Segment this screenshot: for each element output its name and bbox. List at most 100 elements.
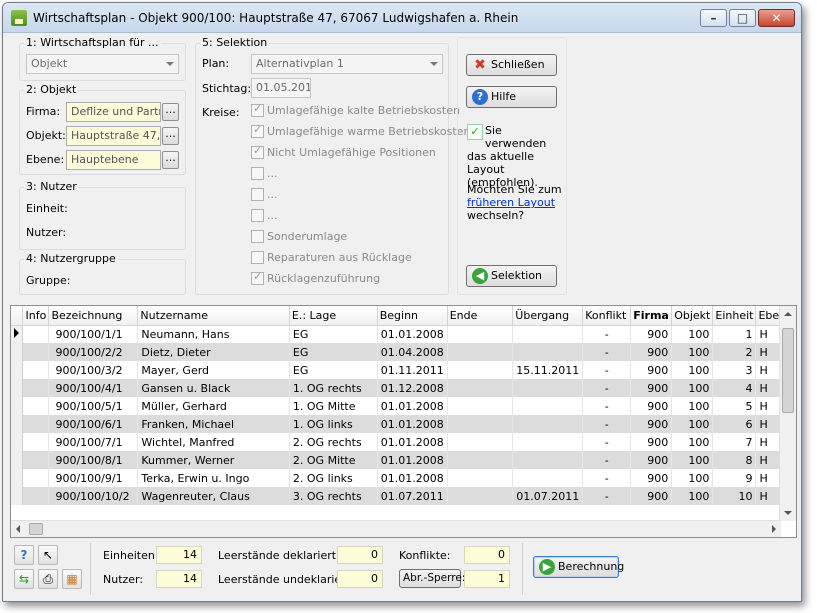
scroll-down-icon[interactable] <box>784 511 792 515</box>
table-cell: EG <box>289 343 378 361</box>
bottom-divider-2 <box>522 543 523 595</box>
nutzer-table[interactable]: Info Bezeichnung Nutzername E.: Lage Beg… <box>10 305 797 538</box>
table-row[interactable]: 900/100/6/1 Franken, Michael 1. OG links 01… <box>11 415 796 433</box>
kreis-checkbox-7[interactable]: Sonderumlage <box>251 229 347 246</box>
table-cell: - <box>582 361 632 379</box>
column-header[interactable]: Einheit <box>712 306 757 326</box>
column-header[interactable]: E.: Lage <box>289 306 378 326</box>
group-selektion-title: 5: Selektion <box>200 36 270 49</box>
horizontal-scrollbar[interactable] <box>11 520 781 537</box>
help-tool-button[interactable]: ? <box>14 545 34 565</box>
table-cell: 900/100/9/1 <box>48 469 139 487</box>
hscroll-thumb[interactable] <box>29 523 43 535</box>
firma-browse-button[interactable]: ... <box>162 103 179 121</box>
stichtag-field[interactable]: 01.05.2012 <box>251 78 311 98</box>
objekt-field[interactable]: Hauptstraße 47, 67 <box>66 126 161 146</box>
einheit-label: Einheit: <box>26 202 68 215</box>
table-cell: 2. OG rechts <box>289 433 378 451</box>
row-indicator[interactable] <box>11 433 24 451</box>
table-row[interactable]: 900/100/4/1 Gansen u. Black 1. OG rechts 01… <box>11 379 796 397</box>
firma-field[interactable]: Deflize und Partne <box>66 102 161 122</box>
table-cell: 900 <box>630 487 673 505</box>
ebene-browse-button[interactable]: ... <box>162 151 179 169</box>
scroll-thumb[interactable] <box>782 328 794 413</box>
row-indicator[interactable] <box>11 397 24 415</box>
minimize-button[interactable]: – <box>700 9 727 27</box>
table-row[interactable]: 900/100/10/2 Wagenreuter, Claus 3. OG rech… <box>11 487 796 505</box>
row-indicator[interactable] <box>11 415 24 433</box>
kreis-checkbox-4[interactable]: ... <box>251 166 278 183</box>
row-indicator[interactable] <box>11 379 24 397</box>
maximize-button[interactable]: □ <box>729 9 756 27</box>
scroll-right-icon[interactable] <box>772 525 776 533</box>
row-indicator[interactable] <box>11 469 24 487</box>
scroll-up-icon[interactable] <box>784 312 792 316</box>
column-header[interactable]: Konflikt <box>582 306 632 326</box>
row-indicator[interactable] <box>11 361 24 379</box>
kreis-checkbox-6[interactable]: ... <box>251 208 278 225</box>
table-row[interactable]: 900/100/3/2 Mayer, Gerd EG 01.11.2011 15.11.… <box>11 361 796 379</box>
table-row[interactable]: 900/100/5/1 Müller, Gerhard 1. OG Mitte 01.… <box>11 397 796 415</box>
export-tool-button[interactable]: ▦ <box>62 569 82 589</box>
column-header[interactable]: Ende <box>447 306 514 326</box>
table-row[interactable]: 900/100/9/1 Terka, Erwin u. Ingo 2. OG lin… <box>11 469 796 487</box>
berechnung-button[interactable]: ▶ Berechnung <box>533 556 624 578</box>
table-row[interactable]: 900/100/1/1 Neumann, Hans EG 01.01.2008 -900… <box>11 325 796 343</box>
column-header[interactable]: Bezeichnung <box>48 306 139 326</box>
row-indicator[interactable] <box>11 343 24 361</box>
kreis-checkbox-5[interactable]: ... <box>251 187 278 204</box>
table-cell: 100 <box>671 379 714 397</box>
column-header[interactable]: Objekt <box>671 306 714 326</box>
close-window-button[interactable]: ✕ <box>758 9 795 27</box>
table-cell: Terka, Erwin u. Ingo <box>137 469 290 487</box>
objekt-browse-button[interactable]: ... <box>162 127 179 145</box>
kreis-checkbox-3[interactable]: Nicht Umlagefähige Positionen <box>251 144 436 162</box>
bottom-divider <box>90 543 91 595</box>
column-header[interactable]: Nutzername <box>137 306 290 326</box>
table-cell: 100 <box>671 397 714 415</box>
table-cell: 100 <box>671 361 714 379</box>
column-header-sorted[interactable]: Firma <box>630 306 673 326</box>
print-tool-button[interactable]: ⎙ <box>38 569 58 589</box>
table-cell: 900/100/7/1 <box>48 433 139 451</box>
current-row-icon <box>14 327 19 338</box>
help-button[interactable]: ? Hilfe <box>466 86 557 108</box>
wirtschaftsplan-select[interactable]: Objekt <box>26 54 179 74</box>
pointer-tool-button[interactable]: ↖ <box>38 545 58 565</box>
minimize-icon: – <box>710 11 717 25</box>
table-cell <box>22 379 50 397</box>
kreis-checkbox-2[interactable]: Umlagefähige warme Betriebskosten <box>251 123 470 141</box>
prev-layout-link[interactable]: früheren Layout <box>467 196 565 209</box>
abr-sperre-button[interactable]: Abr.-Sperre: <box>399 569 465 588</box>
column-header[interactable]: Beginn <box>377 306 448 326</box>
column-header[interactable]: Übergang <box>512 306 584 326</box>
kreis-checkbox-1[interactable]: Umlagefähige kalte Betriebskosten <box>251 102 460 120</box>
table-cell: 1. OG Mitte <box>289 397 378 415</box>
ebene-field[interactable]: Hauptebene <box>66 150 161 170</box>
checkbox-icon <box>251 144 264 159</box>
plan-label: Plan: <box>202 57 230 70</box>
kreis-checkbox-9[interactable]: Rücklagenzuführung <box>251 270 380 288</box>
row-indicator[interactable] <box>11 451 24 469</box>
vertical-scrollbar[interactable] <box>779 306 796 521</box>
table-row[interactable]: 900/100/2/2 Dietz, Dieter EG 01.04.2008 -900… <box>11 343 796 361</box>
table-cell <box>447 379 514 397</box>
table-cell <box>447 415 514 433</box>
plan-select[interactable]: Alternativplan 1 <box>251 54 443 74</box>
close-button[interactable]: ✖ Schließen <box>466 54 557 76</box>
column-header[interactable]: Info <box>22 306 50 326</box>
table-cell: EG <box>289 361 378 379</box>
row-indicator[interactable] <box>11 487 24 505</box>
row-indicator[interactable] <box>11 325 24 343</box>
scroll-left-icon[interactable] <box>16 525 20 533</box>
table-row[interactable]: 900/100/7/1 Wichtel, Manfred 2. OG rechts 0… <box>11 433 796 451</box>
refresh-tool-button[interactable]: ⇆ <box>14 569 34 589</box>
firma-label: Firma: <box>26 105 61 118</box>
table-cell: 2. OG Mitte <box>289 451 378 469</box>
table-cell: 01.01.2008 <box>377 397 448 415</box>
kreis-checkbox-8[interactable]: Reparaturen aus Rücklage <box>251 250 412 267</box>
konflikte-value: 0 <box>464 546 510 564</box>
table-row[interactable]: 900/100/8/1 Kummer, Werner 2. OG Mitte 01.0… <box>11 451 796 469</box>
selektion-button[interactable]: ◀ Selektion <box>466 265 557 287</box>
table-cell <box>447 361 514 379</box>
